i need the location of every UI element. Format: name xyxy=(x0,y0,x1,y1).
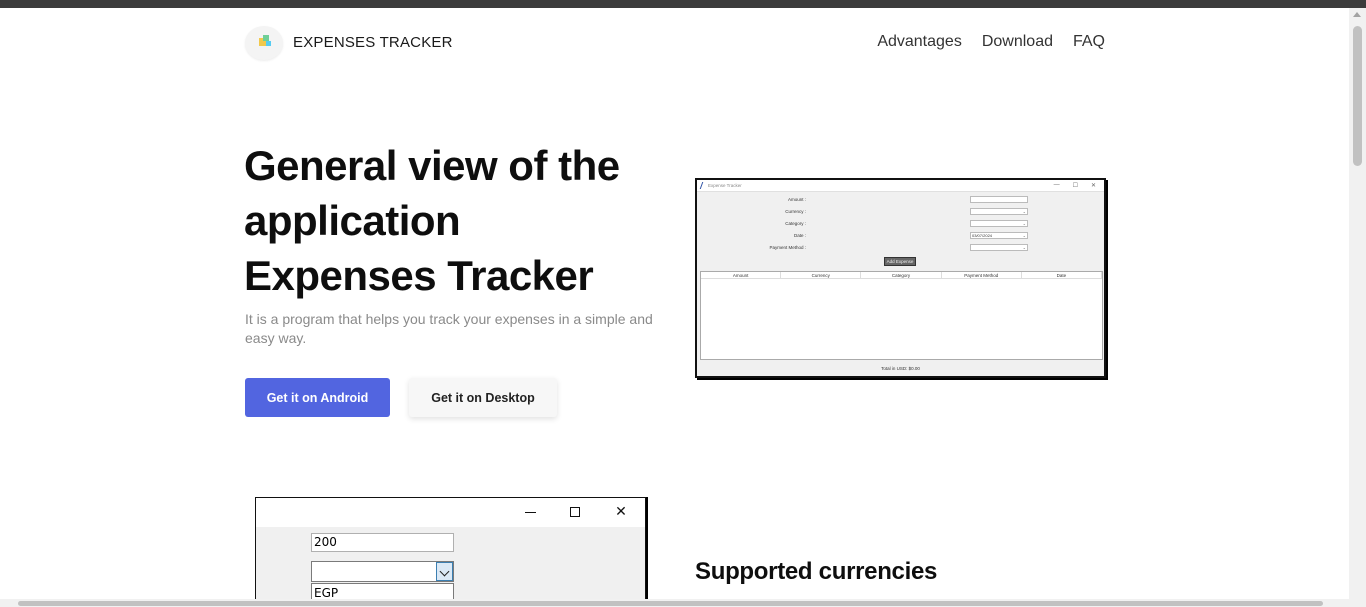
scrollbar-thumb[interactable] xyxy=(18,601,1323,606)
hero-subtitle: It is a program that helps you track you… xyxy=(245,311,653,346)
expenses-table: Amount Currency Category Payment Method … xyxy=(700,271,1103,360)
hero-title-line-3: Expenses Tracker xyxy=(244,252,594,299)
date-field: 03/07/2024 ⌄ xyxy=(970,232,1028,239)
column-header: Payment Method xyxy=(942,272,1022,278)
hero-title-line-2: application xyxy=(244,197,461,244)
main-nav: Advantages Download FAQ xyxy=(877,33,1105,51)
chevron-down-icon: ⌄ xyxy=(1022,233,1026,238)
hero-title: General view of the application Expenses… xyxy=(244,138,674,303)
preview-window-controls: — ☐ ✕ xyxy=(1054,182,1096,189)
horizontal-scrollbar[interactable] xyxy=(0,599,1366,607)
preview-titlebar: Expense Tracker — ☐ ✕ xyxy=(697,180,1104,192)
get-desktop-button[interactable]: Get it on Desktop xyxy=(409,378,557,417)
close-icon: ✕ xyxy=(615,504,627,520)
currency-select: ⌄ xyxy=(970,208,1028,215)
add-expense-button: Add Expense xyxy=(884,257,916,266)
category-select: ⌄ xyxy=(970,220,1028,227)
section-title: Supported currencies xyxy=(695,558,938,585)
form-row-category: Category : ⌄ xyxy=(697,220,1104,228)
minimize-icon xyxy=(525,512,536,513)
vertical-scrollbar[interactable] xyxy=(1349,8,1366,599)
brand-name[interactable]: EXPENSES TRACKER xyxy=(293,34,453,51)
chevron-down-icon: ⌄ xyxy=(1022,221,1026,226)
currency-combobox xyxy=(311,561,454,582)
minimize-icon: — xyxy=(1053,182,1060,188)
table-header: Amount Currency Category Payment Method … xyxy=(701,272,1103,279)
form-row-amount: Amount : xyxy=(697,196,1104,204)
nav-advantages[interactable]: Advantages xyxy=(877,33,962,51)
nav-download[interactable]: Download xyxy=(982,33,1053,51)
chevron-down-icon: ⌄ xyxy=(1022,209,1026,214)
feather-icon xyxy=(699,182,707,189)
column-header: Currency xyxy=(781,272,862,278)
column-header: Amount xyxy=(701,272,782,278)
chevron-down-icon: ⌄ xyxy=(1022,245,1026,250)
preview2-titlebar: ✕ xyxy=(256,498,645,527)
category-label: Category : xyxy=(785,221,806,226)
currency-label: Currency : xyxy=(785,209,806,214)
scrollbar-thumb[interactable] xyxy=(1353,26,1362,166)
form-row-payment: Payment Method : ⌄ xyxy=(697,244,1104,252)
payment-select: ⌄ xyxy=(970,244,1028,251)
total-label: Total in USD: $0.00 xyxy=(881,366,920,371)
payment-label: Payment Method : xyxy=(769,245,806,250)
app-preview-screenshot-2: ✕ 200 EGP xyxy=(255,497,646,601)
nav-faq[interactable]: FAQ xyxy=(1073,33,1105,51)
browser-top-bar xyxy=(0,0,1366,8)
get-android-button[interactable]: Get it on Android xyxy=(245,378,390,417)
maximize-icon xyxy=(570,507,580,517)
amount-field xyxy=(970,196,1028,203)
close-icon: ✕ xyxy=(1090,183,1096,189)
form-row-date: Date : 03/07/2024 ⌄ xyxy=(697,232,1104,240)
preview-window-title: Expense Tracker xyxy=(708,183,742,188)
amount-field: 200 xyxy=(311,533,454,552)
date-label: Date : xyxy=(793,233,806,238)
chevron-down-icon xyxy=(436,562,453,581)
hero-title-line-1: General view of the xyxy=(244,142,620,189)
form-row-currency: Currency : ⌄ xyxy=(697,208,1104,216)
maximize-icon: ☐ xyxy=(1072,183,1078,189)
app-preview-screenshot: Expense Tracker — ☐ ✕ Amount : Currency … xyxy=(695,178,1106,378)
column-header: Date xyxy=(1022,272,1103,278)
column-header: Category xyxy=(861,272,942,278)
scroll-up-icon[interactable] xyxy=(1353,12,1361,17)
amount-label: Amount : xyxy=(787,197,806,202)
site-header: EXPENSES TRACKER Advantages Download FAQ xyxy=(245,24,1105,62)
app-logo-icon[interactable] xyxy=(245,26,283,60)
